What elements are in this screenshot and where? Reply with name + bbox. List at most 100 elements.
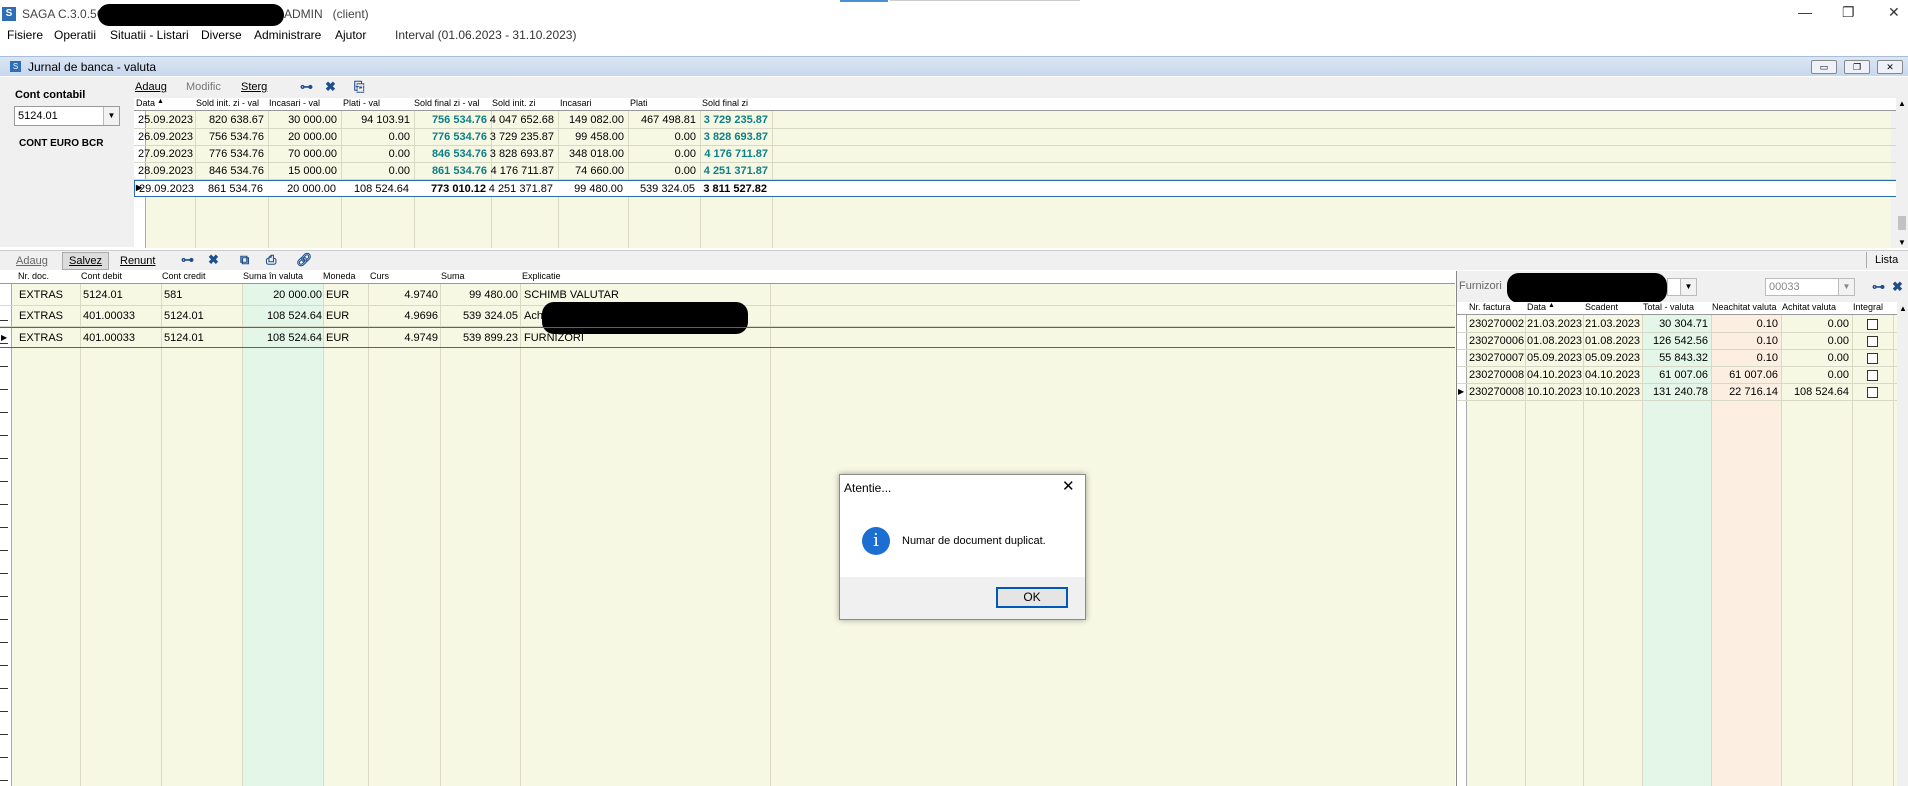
binoculars-icon[interactable]: ⊶ bbox=[181, 252, 194, 268]
modify-button[interactable]: Modific bbox=[186, 81, 221, 93]
cont-contabil-select[interactable]: 5124.01 ▼ bbox=[14, 106, 120, 126]
menu-situatii[interactable]: Situatii - Listari bbox=[110, 28, 189, 42]
col-suma[interactable]: Suma bbox=[441, 271, 465, 281]
supplier-select[interactable]: ▼ bbox=[1667, 278, 1697, 296]
table-row-selected[interactable]: ▶ 230270008 10.10.2023 10.10.2023 131 24… bbox=[1457, 384, 1897, 401]
table-row[interactable]: 230270007 05.09.2023 05.09.2023 55 843.3… bbox=[1457, 350, 1897, 367]
table-row[interactable]: 28.09.2023 846 534.76 15 000.00 0.00 861… bbox=[134, 163, 1897, 180]
ok-button[interactable]: OK bbox=[996, 587, 1068, 608]
cell: 05.09.2023 bbox=[1585, 352, 1641, 364]
col-sold-init-val[interactable]: Sold init. zi - val bbox=[196, 98, 259, 108]
menu-administrare[interactable]: Administrare bbox=[254, 28, 321, 42]
chevron-down-icon[interactable]: ▼ bbox=[1680, 279, 1696, 295]
grid-line bbox=[440, 284, 441, 786]
filter-clear-icon[interactable]: ✖ bbox=[325, 79, 336, 95]
menu-ajutor[interactable]: Ajutor bbox=[335, 28, 366, 42]
list-button[interactable]: Lista bbox=[1866, 252, 1906, 268]
delete-button[interactable]: Sterg bbox=[241, 81, 267, 93]
table-row-selected[interactable]: ▶ 29.09.2023 861 534.76 20 000.00 108 52… bbox=[134, 180, 1897, 197]
filter-clear-icon[interactable]: ✖ bbox=[208, 252, 219, 268]
minimize-icon[interactable]: — bbox=[1798, 4, 1812, 20]
scroll-down-icon[interactable]: ▼ bbox=[1898, 238, 1906, 247]
table-row[interactable]: 27.09.2023 776 534.76 70 000.00 0.00 846… bbox=[134, 146, 1897, 163]
chevron-down-icon[interactable]: ▼ bbox=[1838, 279, 1854, 295]
cell: 0.00 bbox=[1827, 369, 1849, 381]
integral-checkbox[interactable] bbox=[1867, 319, 1878, 330]
integral-checkbox[interactable] bbox=[1867, 336, 1878, 347]
add-button[interactable]: Adaug bbox=[135, 81, 167, 93]
col-plati[interactable]: Plati bbox=[630, 98, 648, 108]
cell: 4.9740 bbox=[404, 289, 438, 301]
scroll-up-icon[interactable]: ▲ bbox=[1898, 99, 1906, 108]
table-row[interactable]: 26.09.2023 756 534.76 20 000.00 0.00 776… bbox=[134, 129, 1897, 146]
cell: 4 176 711.87 bbox=[704, 148, 768, 160]
integral-checkbox[interactable] bbox=[1867, 387, 1878, 398]
paste-icon[interactable]: ⎙ bbox=[266, 252, 276, 268]
alert-dialog: Atentie... ✕ i Numar de document duplica… bbox=[839, 474, 1086, 620]
cell: 21.03.2023 bbox=[1527, 318, 1583, 330]
integral-checkbox[interactable] bbox=[1867, 370, 1878, 381]
clear-icon[interactable]: ✖ bbox=[1892, 279, 1903, 295]
col-sold-final[interactable]: Sold final zi bbox=[702, 98, 748, 108]
copy-icon[interactable]: ⧉ bbox=[240, 252, 249, 268]
add-doc-button[interactable]: Adaug bbox=[16, 255, 48, 267]
col-plati-val[interactable]: Plati - val bbox=[343, 98, 380, 108]
col-total-valuta[interactable]: Total - valuta bbox=[1643, 302, 1694, 312]
scroll-up-icon[interactable]: ▲ bbox=[1899, 304, 1907, 313]
scroll-thumb[interactable] bbox=[1898, 216, 1906, 230]
col-data[interactable]: Data bbox=[1527, 302, 1546, 312]
binoculars-icon[interactable]: ⊶ bbox=[300, 79, 313, 95]
col-data[interactable]: Data bbox=[136, 98, 155, 108]
col-nr-factura[interactable]: Nr. factura bbox=[1469, 302, 1511, 312]
binoculars-icon[interactable]: ⊶ bbox=[1872, 279, 1885, 295]
cancel-button[interactable]: Renunt bbox=[120, 255, 155, 267]
cell: 01.08.2023 bbox=[1585, 335, 1641, 347]
col-nr-doc[interactable]: Nr. doc. bbox=[18, 271, 49, 281]
invoice-grid: Nr. factura Data ▲ Scadent Total - valut… bbox=[1457, 302, 1897, 786]
col-integral[interactable]: Integral bbox=[1853, 302, 1883, 312]
restore-icon[interactable]: ❐ bbox=[1842, 4, 1855, 21]
integral-checkbox[interactable] bbox=[1867, 353, 1878, 364]
daily-balance-header: Data ▲ Sold init. zi - val Incasari - va… bbox=[134, 98, 1897, 111]
link-icon[interactable]: 🔗︎ bbox=[296, 252, 313, 268]
invoice-grid-scrollbar[interactable]: ▲ bbox=[1897, 302, 1908, 786]
dialog-footer: OK bbox=[840, 577, 1085, 619]
table-row[interactable]: 230270008 04.10.2023 04.10.2023 61 007.0… bbox=[1457, 367, 1897, 384]
close-icon[interactable]: ✕ bbox=[1888, 4, 1900, 21]
mdi-close-button[interactable]: ✕ bbox=[1877, 60, 1903, 74]
chevron-down-icon[interactable]: ▼ bbox=[103, 107, 119, 125]
cell: 20 000.00 bbox=[287, 183, 336, 195]
col-curs[interactable]: Curs bbox=[370, 271, 389, 281]
cell: 5124.01 bbox=[83, 289, 123, 301]
save-button[interactable]: Salvez bbox=[62, 252, 110, 270]
export-icon[interactable]: ⎘ bbox=[354, 79, 364, 95]
col-suma-valuta[interactable]: Suma în valuta bbox=[243, 271, 303, 281]
mdi-minimize-button[interactable]: ▭ bbox=[1811, 60, 1837, 74]
menu-diverse[interactable]: Diverse bbox=[201, 28, 242, 42]
cell: 10.10.2023 bbox=[1585, 386, 1641, 398]
table-row-selected[interactable]: ▶ EXTRAS 401.00033 5124.01 108 524.64 EU… bbox=[0, 327, 1455, 348]
col-explicatie[interactable]: Explicatie bbox=[522, 271, 561, 281]
top-grid-scrollbar[interactable]: ▲ ▼ bbox=[1896, 98, 1908, 248]
menu-operatii[interactable]: Operatii bbox=[54, 28, 96, 42]
col-neachitat[interactable]: Neachitat valuta bbox=[1712, 302, 1777, 312]
col-cont-debit[interactable]: Cont debit bbox=[81, 271, 122, 281]
col-scadent[interactable]: Scadent bbox=[1585, 302, 1618, 312]
col-cont-credit[interactable]: Cont credit bbox=[162, 271, 206, 281]
cell: 108 524.64 bbox=[266, 310, 322, 322]
col-sold-final-val[interactable]: Sold final zi - val bbox=[414, 98, 480, 108]
grid-line bbox=[242, 284, 243, 786]
dialog-close-icon[interactable]: ✕ bbox=[1062, 477, 1075, 495]
table-row[interactable]: 230270006 01.08.2023 01.08.2023 126 542.… bbox=[1457, 333, 1897, 350]
mdi-restore-button[interactable]: ❐ bbox=[1844, 60, 1870, 74]
table-row[interactable]: 230270002 21.03.2023 21.03.2023 30 304.7… bbox=[1457, 316, 1897, 333]
supplier-code-select[interactable]: 00033 ▼ bbox=[1765, 278, 1855, 296]
col-achitat[interactable]: Achitat valuta bbox=[1782, 302, 1836, 312]
col-incasari-val[interactable]: Incasari - val bbox=[269, 98, 320, 108]
menu-fisiere[interactable]: Fisiere bbox=[7, 28, 43, 42]
table-row[interactable]: 25.09.2023 820 638.67 30 000.00 94 103.9… bbox=[134, 112, 1897, 129]
col-sold-init[interactable]: Sold init. zi bbox=[492, 98, 536, 108]
col-moneda[interactable]: Moneda bbox=[323, 271, 356, 281]
col-incasari[interactable]: Incasari bbox=[560, 98, 592, 108]
cell: 773 010.12 bbox=[430, 183, 486, 195]
